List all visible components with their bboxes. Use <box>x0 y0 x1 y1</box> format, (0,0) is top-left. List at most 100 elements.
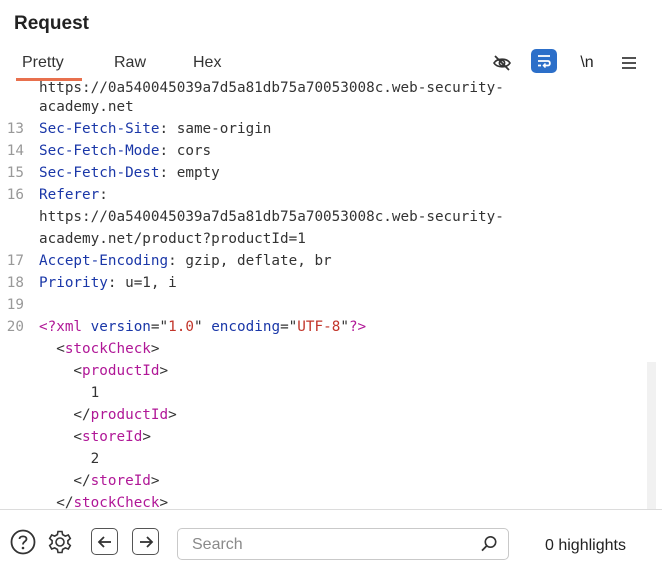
code-line[interactable]: 2 <box>0 448 662 470</box>
tab-hex[interactable]: Hex <box>193 54 221 72</box>
search-icon[interactable] <box>480 535 498 558</box>
code-line[interactable]: academy.net/product?productId=1 <box>0 228 662 250</box>
line-number: 15 <box>6 165 24 181</box>
line-code: academy.net/product?productId=1 <box>39 228 306 250</box>
code-line[interactable]: </storeId> <box>0 470 662 492</box>
line-code: academy.net <box>39 96 134 118</box>
line-code: <?xml version="1.0" encoding="UTF-8"?> <box>39 316 366 338</box>
code-line[interactable]: 20 <?xml version="1.0" encoding="UTF-8"?> <box>0 316 662 338</box>
code-token: =" <box>150 319 169 335</box>
code-token: " <box>193 319 212 335</box>
line-number: 17 <box>6 253 24 269</box>
code-token: academy.net/product?productId=1 <box>39 231 306 247</box>
code-token: encoding <box>211 319 281 335</box>
gear-icon[interactable] <box>46 528 74 556</box>
line-number: 20 <box>6 319 24 335</box>
bottom-bar: 0 highlights <box>0 520 662 568</box>
code-token: version <box>90 319 151 335</box>
line-code: </storeId> <box>39 470 159 492</box>
code-token: </ <box>39 473 91 489</box>
code-token: 1 <box>39 385 100 401</box>
line-code: </stockCheck> <box>39 492 168 510</box>
code-line[interactable]: 19 <box>0 294 662 316</box>
code-line[interactable]: https://0a540045039a7d5a81db75a70053008c… <box>0 206 662 228</box>
line-code: Sec-Fetch-Site: same-origin <box>39 118 271 140</box>
next-match-button[interactable] <box>132 528 159 555</box>
code-token: < <box>39 341 65 357</box>
highlights-count: 0 highlights <box>545 537 626 554</box>
code-line[interactable]: 15 Sec-Fetch-Dest: empty <box>0 162 662 184</box>
code-token: storeId <box>82 429 143 445</box>
panel-title: Request <box>14 13 89 34</box>
eye-slash-icon[interactable] <box>490 50 514 76</box>
view-tabs: Pretty Raw Hex \n <box>0 49 662 82</box>
newline-toggle-button[interactable]: \n <box>576 50 598 76</box>
code-line[interactable]: 14 Sec-Fetch-Mode: cors <box>0 140 662 162</box>
code-token: stockCheck <box>73 495 160 510</box>
line-code: Priority: u=1, i <box>39 272 177 294</box>
code-token: > <box>150 341 160 357</box>
code-token: > <box>159 495 169 510</box>
line-code: <storeId> <box>39 426 151 448</box>
code-token: =" <box>280 319 298 335</box>
line-code: Referer: <box>39 184 108 206</box>
code-token: productId <box>82 363 160 379</box>
code-line[interactable]: academy.net <box>0 96 662 118</box>
tab-raw[interactable]: Raw <box>114 54 146 72</box>
arrow-right-icon <box>139 535 153 548</box>
code-token: : empty <box>159 165 220 181</box>
code-token: Sec-Fetch-Site <box>39 121 160 137</box>
code-line[interactable]: 18 Priority: u=1, i <box>0 272 662 294</box>
code-token: > <box>142 429 151 445</box>
line-number: 18 <box>6 275 24 291</box>
code-line[interactable]: </stockCheck> <box>0 492 662 510</box>
code-line[interactable]: 16 Referer: <box>0 184 662 206</box>
tab-pretty[interactable]: Pretty <box>16 54 82 81</box>
code-token: UTF-8 <box>297 319 341 335</box>
word-wrap-icon[interactable] <box>531 49 557 73</box>
code-token: ?> <box>348 319 367 335</box>
line-number: 13 <box>6 121 24 137</box>
line-code: https://0a540045039a7d5a81db75a70053008c… <box>39 206 504 228</box>
search-box[interactable] <box>177 528 509 560</box>
code-token: > <box>159 363 169 379</box>
code-token: https://0a540045039a7d5a81db75a70053008c… <box>39 80 504 96</box>
previous-match-button[interactable] <box>91 528 118 555</box>
code-token: : gzip, deflate, br <box>168 253 332 269</box>
line-number: 16 <box>6 187 24 203</box>
code-line[interactable]: <stockCheck> <box>0 338 662 360</box>
code-token: : cors <box>159 143 212 159</box>
code-token: 1.0 <box>168 319 194 335</box>
code-token: Accept-Encoding <box>39 253 169 269</box>
line-code: Sec-Fetch-Dest: empty <box>39 162 220 184</box>
help-circle-icon[interactable] <box>9 528 37 556</box>
code-token: : same-origin <box>159 121 272 137</box>
code-token: Sec-Fetch-Dest <box>39 165 160 181</box>
code-token: < <box>39 363 83 379</box>
search-input[interactable] <box>190 533 474 557</box>
code-token: Priority <box>39 275 108 291</box>
line-code: </productId> <box>39 404 177 426</box>
code-line[interactable]: <productId> <box>0 360 662 382</box>
code-token: academy.net <box>39 99 134 115</box>
bottom-divider <box>0 509 662 510</box>
code-token: Referer <box>39 187 100 203</box>
code-token: storeId <box>90 473 151 489</box>
code-token: " <box>340 319 349 335</box>
message-editor[interactable]: https://0a540045039a7d5a81db75a70053008c… <box>0 80 662 510</box>
code-token: : <box>99 187 108 203</box>
code-token: https://0a540045039a7d5a81db75a70053008c… <box>39 209 504 225</box>
code-token: > <box>168 407 177 423</box>
code-line[interactable]: 13 Sec-Fetch-Site: same-origin <box>0 118 662 140</box>
code-token: productId <box>90 407 169 423</box>
code-line[interactable]: 17 Accept-Encoding: gzip, deflate, br <box>0 250 662 272</box>
code-line[interactable]: </productId> <box>0 404 662 426</box>
arrow-left-icon <box>97 535 111 548</box>
code-token: : u=1, i <box>107 275 177 291</box>
code-line[interactable]: 1 <box>0 382 662 404</box>
line-number: 19 <box>6 297 24 313</box>
line-code: Sec-Fetch-Mode: cors <box>39 140 211 162</box>
hamburger-icon[interactable] <box>619 50 639 76</box>
code-line[interactable]: <storeId> <box>0 426 662 448</box>
line-code: 1 <box>39 382 100 404</box>
